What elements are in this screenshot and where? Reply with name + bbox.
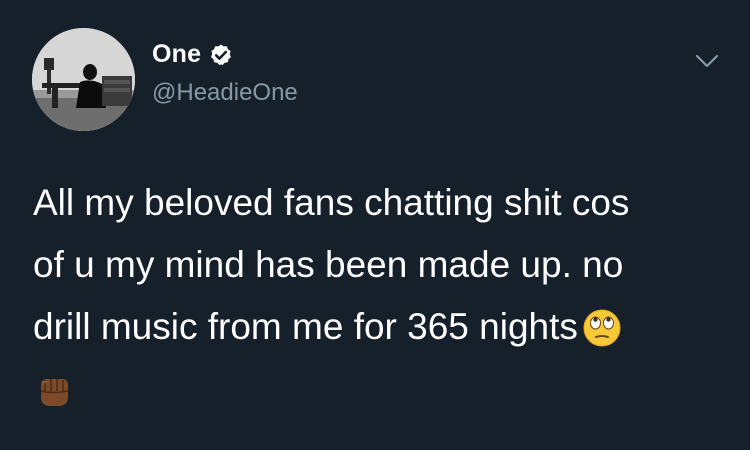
avatar-image <box>32 28 135 131</box>
tweet-text-line-3: drill music from me for 365 nights <box>33 296 723 358</box>
tweet-text-line: drill music from me for 365 nights <box>33 306 578 347</box>
display-name[interactable]: One <box>152 40 201 69</box>
oncoming-fist-dark-skin-emoji <box>33 368 73 408</box>
user-handle[interactable]: @HeadieOne <box>152 79 298 107</box>
tweet-card: One @HeadieOne All my beloved fans chatt… <box>0 0 750 450</box>
chevron-down-icon[interactable] <box>694 50 720 72</box>
tweet-text-line: All my beloved fans chatting shit cos <box>33 182 630 223</box>
tweet-text-line: of u my mind has been made up. no <box>33 244 624 285</box>
verified-badge-icon <box>209 43 233 67</box>
face-with-rolling-eyes-emoji <box>582 305 622 347</box>
name-row: One <box>152 40 233 69</box>
tweet-text-line-4 <box>33 358 723 420</box>
avatar[interactable] <box>32 28 135 131</box>
tweet-text: All my beloved fans chatting shit cos of… <box>33 172 723 420</box>
